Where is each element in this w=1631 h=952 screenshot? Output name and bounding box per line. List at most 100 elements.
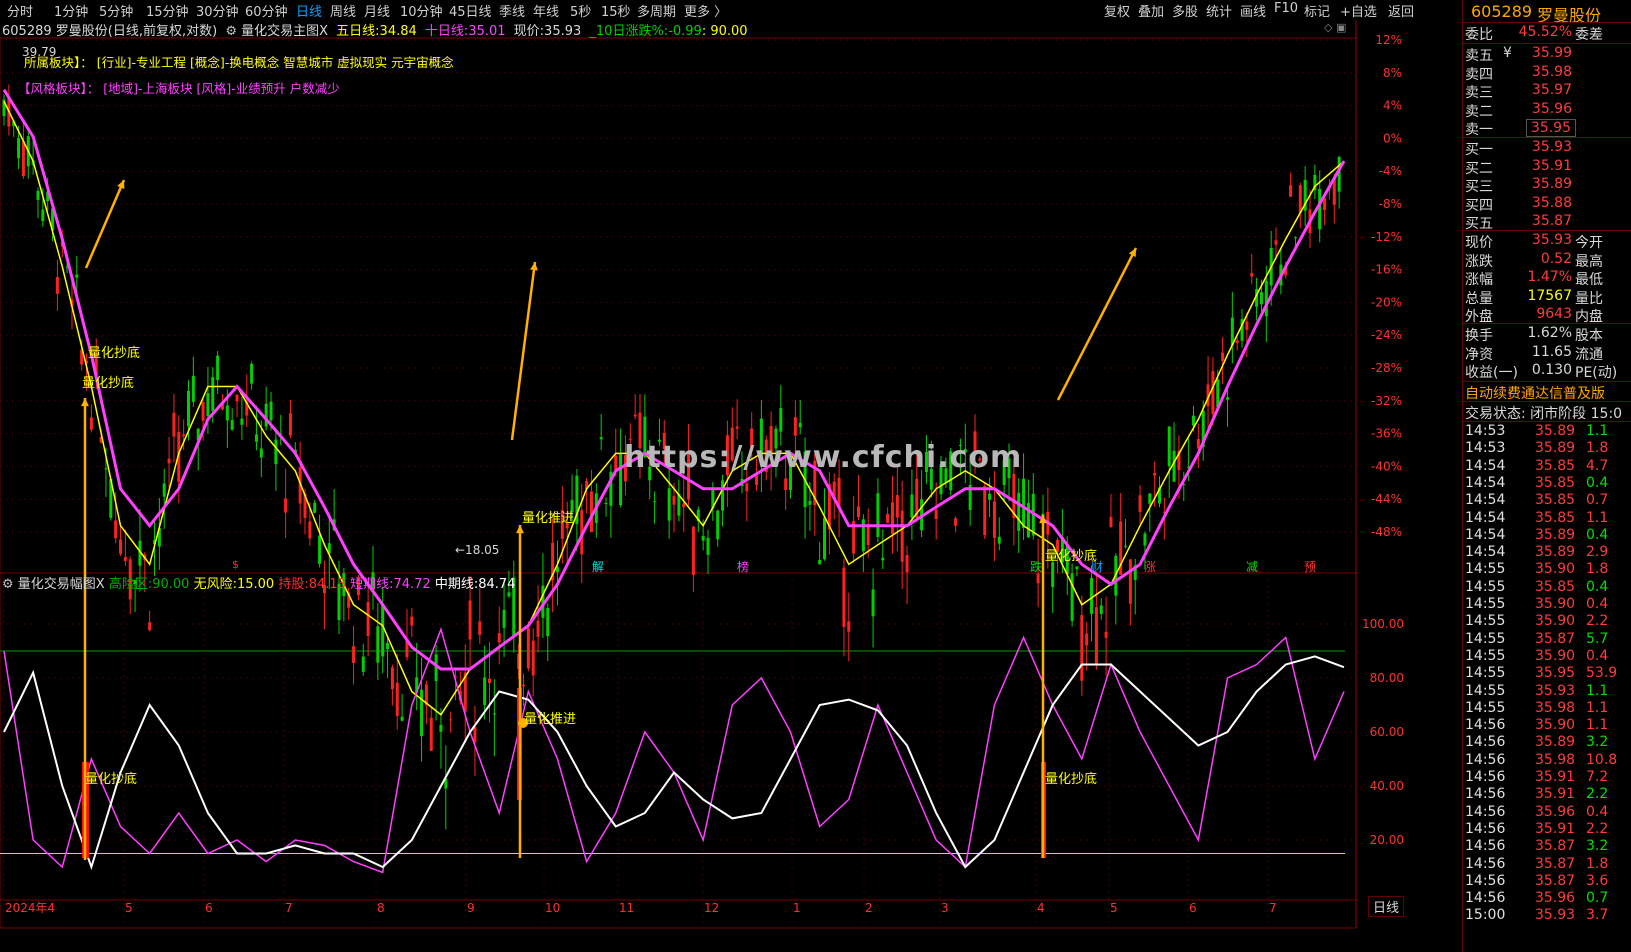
event-mark-finance[interactable]: 财 (1091, 558, 1103, 575)
tool-button-8[interactable]: 返回 (1388, 1, 1414, 20)
price-tick-label: 4% (1383, 99, 1402, 113)
candle-body (599, 437, 603, 440)
ma10-label: 十日线: (424, 24, 469, 39)
sub-indicator-name[interactable]: 量化交易幅图X (18, 577, 105, 592)
candle-body (682, 503, 686, 508)
period-tab-15[interactable]: 多周期 (637, 1, 676, 20)
period-tab-14[interactable]: 15秒 (601, 1, 631, 20)
signal-arrows (81, 179, 1138, 860)
candle-body (779, 408, 783, 432)
ask-row-5: 卖五 35.99 ¥ (1463, 45, 1631, 64)
candle-body (114, 520, 118, 539)
period-tab-9[interactable]: 10分钟 (400, 1, 443, 20)
tool-button-5[interactable]: F10 (1274, 1, 1298, 16)
period-tab-7[interactable]: 周线 (330, 1, 356, 20)
signal-arrow-head (81, 398, 89, 407)
tick-row: 14:53 35.89 1.1 (1463, 423, 1631, 441)
period-tab-16[interactable]: 更多 〉 (684, 1, 727, 20)
period-tab-11[interactable]: 季线 (499, 1, 525, 20)
event-mark-rise[interactable]: 涨 (1144, 558, 1156, 575)
tick-volume: 5.7 (1586, 630, 1609, 647)
tick-price: 35.96 (1535, 803, 1576, 820)
bid-row-2-label: 买二 (1465, 160, 1493, 177)
candle-body (1259, 292, 1263, 305)
tick-time: 14:56 (1465, 820, 1506, 837)
period-tab-8[interactable]: 月线 (364, 1, 390, 20)
candle-body (162, 483, 166, 497)
tick-row: 14:55 35.93 1.1 (1463, 683, 1631, 701)
stat-row-0-value: 35.93 (1531, 232, 1572, 248)
top-right-toolbar: 复权 叠加 多股 统计 画线 F10 标记 +自选 返回 (1100, 1, 1462, 21)
tick-time: 14:56 (1465, 751, 1506, 768)
webi-label: 委比 (1465, 27, 1493, 43)
event-mark-unlock[interactable]: 解 (592, 558, 604, 575)
candle-body (604, 503, 608, 505)
period-tab-6[interactable]: 日线 (296, 1, 322, 20)
date-tick-label: 6 (205, 901, 213, 915)
period-tab-0[interactable]: 分时 (7, 1, 33, 20)
tool-button-7[interactable]: +自选 (1340, 1, 1377, 20)
candle-body (735, 426, 739, 429)
price-label: 现价: (513, 24, 545, 39)
ma10-value: 35.01 (468, 24, 506, 39)
stock-title[interactable]: 605289 罗曼股份(日线,前复权,对数) (2, 24, 217, 39)
date-tick-label: 1 (793, 901, 801, 915)
promo-link[interactable]: 自动续费通达信普及版 (1465, 383, 1605, 403)
bid-row-1: 买一 35.93 (1463, 139, 1631, 158)
candle-body (507, 592, 511, 597)
period-tab-4[interactable]: 30分钟 (196, 1, 239, 20)
tick-row: 14:56 35.91 2.2 (1463, 821, 1631, 839)
candle-body (318, 535, 322, 564)
period-tab-3[interactable]: 15分钟 (146, 1, 189, 20)
tool-button-4[interactable]: 画线 (1240, 1, 1266, 20)
ma5-value: 34.84 (379, 24, 417, 39)
main-info-line: 605289 罗曼股份(日线,前复权,对数) ⚙ 量化交易主图X 五日线:34.… (2, 20, 748, 39)
tool-button-3[interactable]: 统计 (1206, 1, 1232, 20)
tick-price: 35.85 (1535, 457, 1576, 474)
tick-price: 35.87 (1535, 630, 1576, 647)
candle-body (1245, 321, 1249, 330)
event-mark-drop[interactable]: 跌 (1030, 558, 1042, 575)
event-mark-forecast[interactable]: 预 (1304, 558, 1316, 575)
bid-row-5: 买五 35.87 (1463, 213, 1631, 232)
candle-body (1264, 280, 1268, 317)
candle-body (211, 376, 215, 411)
high-risk-value: 90.00 (152, 577, 190, 592)
tool-button-1[interactable]: 叠加 (1138, 1, 1164, 20)
tool-button-6[interactable]: 标记 (1304, 1, 1330, 20)
period-tab-1[interactable]: 1分钟 (54, 1, 88, 20)
panel-control-icons[interactable]: ◇ ▣ (1324, 21, 1346, 34)
candle-body (186, 390, 190, 427)
tick-time: 14:56 (1465, 872, 1506, 889)
event-mark-rank[interactable]: 榜 (737, 558, 749, 575)
tick-time: 14:54 (1465, 509, 1506, 526)
sub-settings-icon[interactable]: ⚙ (2, 577, 14, 592)
period-tab-12[interactable]: 年线 (533, 1, 559, 20)
tick-volume: 2.2 (1586, 786, 1609, 803)
event-mark-reduce[interactable]: 减 (1246, 558, 1258, 575)
mid-label: 中期线: (434, 577, 479, 592)
period-tab-day[interactable]: 日线 (1368, 896, 1405, 917)
tick-time: 14:55 (1465, 613, 1506, 630)
tick-volume: 1.1 (1586, 682, 1609, 699)
candle-body (75, 274, 79, 278)
tool-button-2[interactable]: 多股 (1172, 1, 1198, 20)
event-mark-dividend[interactable]: $ (232, 558, 239, 571)
period-tab-13[interactable]: 5秒 (570, 1, 591, 20)
tick-time: 14:55 (1465, 561, 1506, 578)
candle-body (492, 713, 496, 715)
tick-time: 14:56 (1465, 890, 1506, 907)
tick-volume: 1.1 (1586, 423, 1609, 439)
tick-price: 35.98 (1535, 751, 1576, 768)
main-indicator-name[interactable]: 量化交易主图X (241, 24, 328, 39)
period-tab-2[interactable]: 5分钟 (99, 1, 133, 20)
candle-body (988, 493, 992, 500)
trade-status-value: 闭市阶段 (1530, 406, 1587, 422)
tick-price: 35.96 (1535, 890, 1576, 907)
candle-body (1143, 533, 1147, 546)
period-tab-5[interactable]: 60分钟 (245, 1, 288, 20)
settings-icon[interactable]: ⚙ (225, 24, 237, 39)
period-tab-10[interactable]: 45日线 (449, 1, 492, 20)
tool-button-0[interactable]: 复权 (1104, 1, 1130, 20)
tick-price: 35.85 (1535, 492, 1576, 509)
